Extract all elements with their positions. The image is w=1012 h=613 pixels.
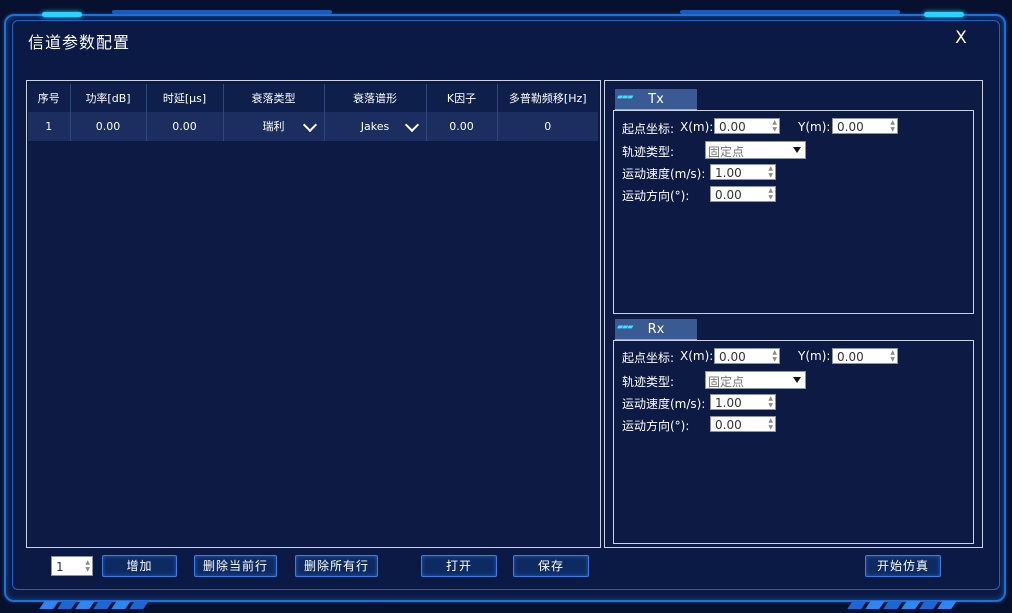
spinner-arrows-icon[interactable]: ▲ ▼ — [768, 165, 773, 179]
rx-speed-label: 运动速度(m/s): — [622, 397, 706, 411]
spinner-arrows-icon[interactable]: ▲ ▼ — [772, 119, 777, 133]
rx-speed-value: 1.00 — [715, 396, 742, 410]
delete-current-row-button[interactable]: 删除当前行 — [194, 555, 277, 577]
tx-direction-label: 运动方向(°): — [622, 189, 690, 203]
tx-x-input[interactable]: 0.00 ▲ ▼ — [714, 118, 780, 134]
delete-all-rows-button[interactable]: 删除所有行 — [295, 555, 378, 577]
tab-rx[interactable]: ▰▰▰ Rx — [615, 319, 697, 341]
fading-type-select[interactable]: 瑞利 — [225, 113, 323, 140]
rx-y-value: 0.00 — [837, 350, 864, 364]
rx-direction-value: 0.00 — [715, 418, 742, 432]
table-header-row: 序号 功率[dB] 时延[μs] 衰落类型 衰落谱形 K因子 多普勒频移[Hz] — [28, 84, 598, 112]
cell-index[interactable]: 1 — [28, 112, 71, 141]
tx-speed-label: 运动速度(m/s): — [622, 167, 706, 181]
path-table-panel — [26, 80, 601, 548]
row-count-input[interactable]: 1 ▲ ▼ — [51, 556, 93, 576]
start-simulation-button[interactable]: 开始仿真 — [865, 555, 941, 577]
add-row-button[interactable]: 增加 — [102, 555, 177, 577]
tx-direction-input[interactable]: 0.00 ▲ ▼ — [710, 186, 776, 202]
rx-x-value: 0.00 — [719, 350, 746, 364]
tx-x-value: 0.00 — [719, 120, 746, 134]
close-button[interactable]: X — [952, 28, 970, 48]
cell-doppler[interactable]: 0 — [497, 112, 598, 141]
bottom-right-stripes — [847, 594, 958, 609]
chevron-down-icon[interactable] — [404, 117, 419, 133]
tab-marker-icon: ▰▰▰ — [617, 322, 634, 331]
tab-tx-label: Tx — [648, 92, 664, 107]
tab-marker-icon: ▰▰▰ — [617, 92, 634, 101]
chevron-down-icon[interactable] — [302, 117, 317, 133]
dropdown-arrow-icon[interactable] — [793, 147, 801, 153]
tx-track-label: 轨迹类型: — [622, 145, 675, 159]
cell-fading-spectrum[interactable]: Jakes — [324, 112, 427, 141]
column-header-index[interactable]: 序号 — [28, 84, 71, 112]
rx-y-label: Y(m): — [798, 349, 831, 363]
rx-track-label: 轨迹类型: — [622, 375, 675, 389]
rx-x-input[interactable]: 0.00 ▲ ▼ — [714, 348, 780, 364]
spinner-arrows-icon[interactable]: ▲ ▼ — [85, 559, 90, 573]
fading-spectrum-select[interactable]: Jakes — [326, 113, 425, 140]
spinner-arrows-icon[interactable]: ▲ ▼ — [768, 395, 773, 409]
fading-type-value: 瑞利 — [262, 120, 285, 133]
rx-track-value: 固定点 — [708, 375, 745, 389]
rx-direction-label: 运动方向(°): — [622, 419, 690, 433]
path-table: 序号 功率[dB] 时延[μs] 衰落类型 衰落谱形 K因子 多普勒频移[Hz]… — [28, 84, 598, 141]
tx-y-label: Y(m): — [798, 120, 831, 134]
open-button[interactable]: 打开 — [421, 555, 497, 577]
cell-fading-type[interactable]: 瑞利 — [223, 112, 325, 141]
rx-track-select[interactable]: 固定点 — [705, 371, 806, 389]
spinner-arrows-icon[interactable]: ▲ ▼ — [768, 187, 773, 201]
top-right-accent — [924, 12, 964, 17]
column-header-power[interactable]: 功率[dB] — [70, 84, 147, 112]
spinner-arrows-icon[interactable]: ▲ ▼ — [890, 119, 895, 133]
rx-x-label: X(m): — [680, 349, 714, 363]
column-header-k-factor[interactable]: K因子 — [426, 84, 498, 112]
tx-speed-value: 1.00 — [715, 166, 742, 180]
rx-y-input[interactable]: 0.00 ▲ ▼ — [832, 348, 898, 364]
tx-y-value: 0.00 — [837, 120, 864, 134]
tab-rx-label: Rx — [647, 322, 665, 337]
dropdown-arrow-icon[interactable] — [793, 377, 801, 383]
cell-delay[interactable]: 0.00 — [146, 112, 224, 141]
top-left-accent — [42, 12, 82, 17]
window-title: 信道参数配置 — [28, 33, 131, 52]
tx-x-label: X(m): — [680, 120, 714, 134]
tx-track-select[interactable]: 固定点 — [705, 141, 806, 159]
column-header-doppler[interactable]: 多普勒频移[Hz] — [497, 84, 598, 112]
top-left-bar — [112, 10, 332, 14]
bottom-left-stripes — [39, 594, 150, 609]
tx-y-input[interactable]: 0.00 ▲ ▼ — [832, 118, 898, 134]
tab-tx[interactable]: ▰▰▰ Tx — [615, 89, 697, 111]
tx-track-value: 固定点 — [708, 145, 745, 159]
cell-k-factor[interactable]: 0.00 — [426, 112, 498, 141]
tx-speed-input[interactable]: 1.00 ▲ ▼ — [710, 164, 776, 180]
spinner-arrows-icon[interactable]: ▲ ▼ — [768, 417, 773, 431]
rx-direction-input[interactable]: 0.00 ▲ ▼ — [710, 416, 776, 432]
tx-direction-value: 0.00 — [715, 188, 742, 202]
table-row[interactable]: 1 0.00 0.00 瑞利 Jakes 0.00 0 — [28, 112, 598, 141]
tx-start-label: 起点坐标: — [622, 122, 675, 136]
spinner-arrows-icon[interactable]: ▲ ▼ — [890, 349, 895, 363]
row-count-value: 1 — [56, 560, 64, 574]
top-right-bar — [680, 10, 900, 14]
rx-speed-input[interactable]: 1.00 ▲ ▼ — [710, 394, 776, 410]
column-header-fading-spectrum[interactable]: 衰落谱形 — [324, 84, 427, 112]
fading-spectrum-value: Jakes — [360, 120, 390, 133]
spinner-arrows-icon[interactable]: ▲ ▼ — [772, 349, 777, 363]
column-header-fading-type[interactable]: 衰落类型 — [223, 84, 325, 112]
cell-power[interactable]: 0.00 — [70, 112, 147, 141]
column-header-delay[interactable]: 时延[μs] — [146, 84, 224, 112]
save-button[interactable]: 保存 — [513, 555, 589, 577]
rx-start-label: 起点坐标: — [622, 351, 675, 365]
